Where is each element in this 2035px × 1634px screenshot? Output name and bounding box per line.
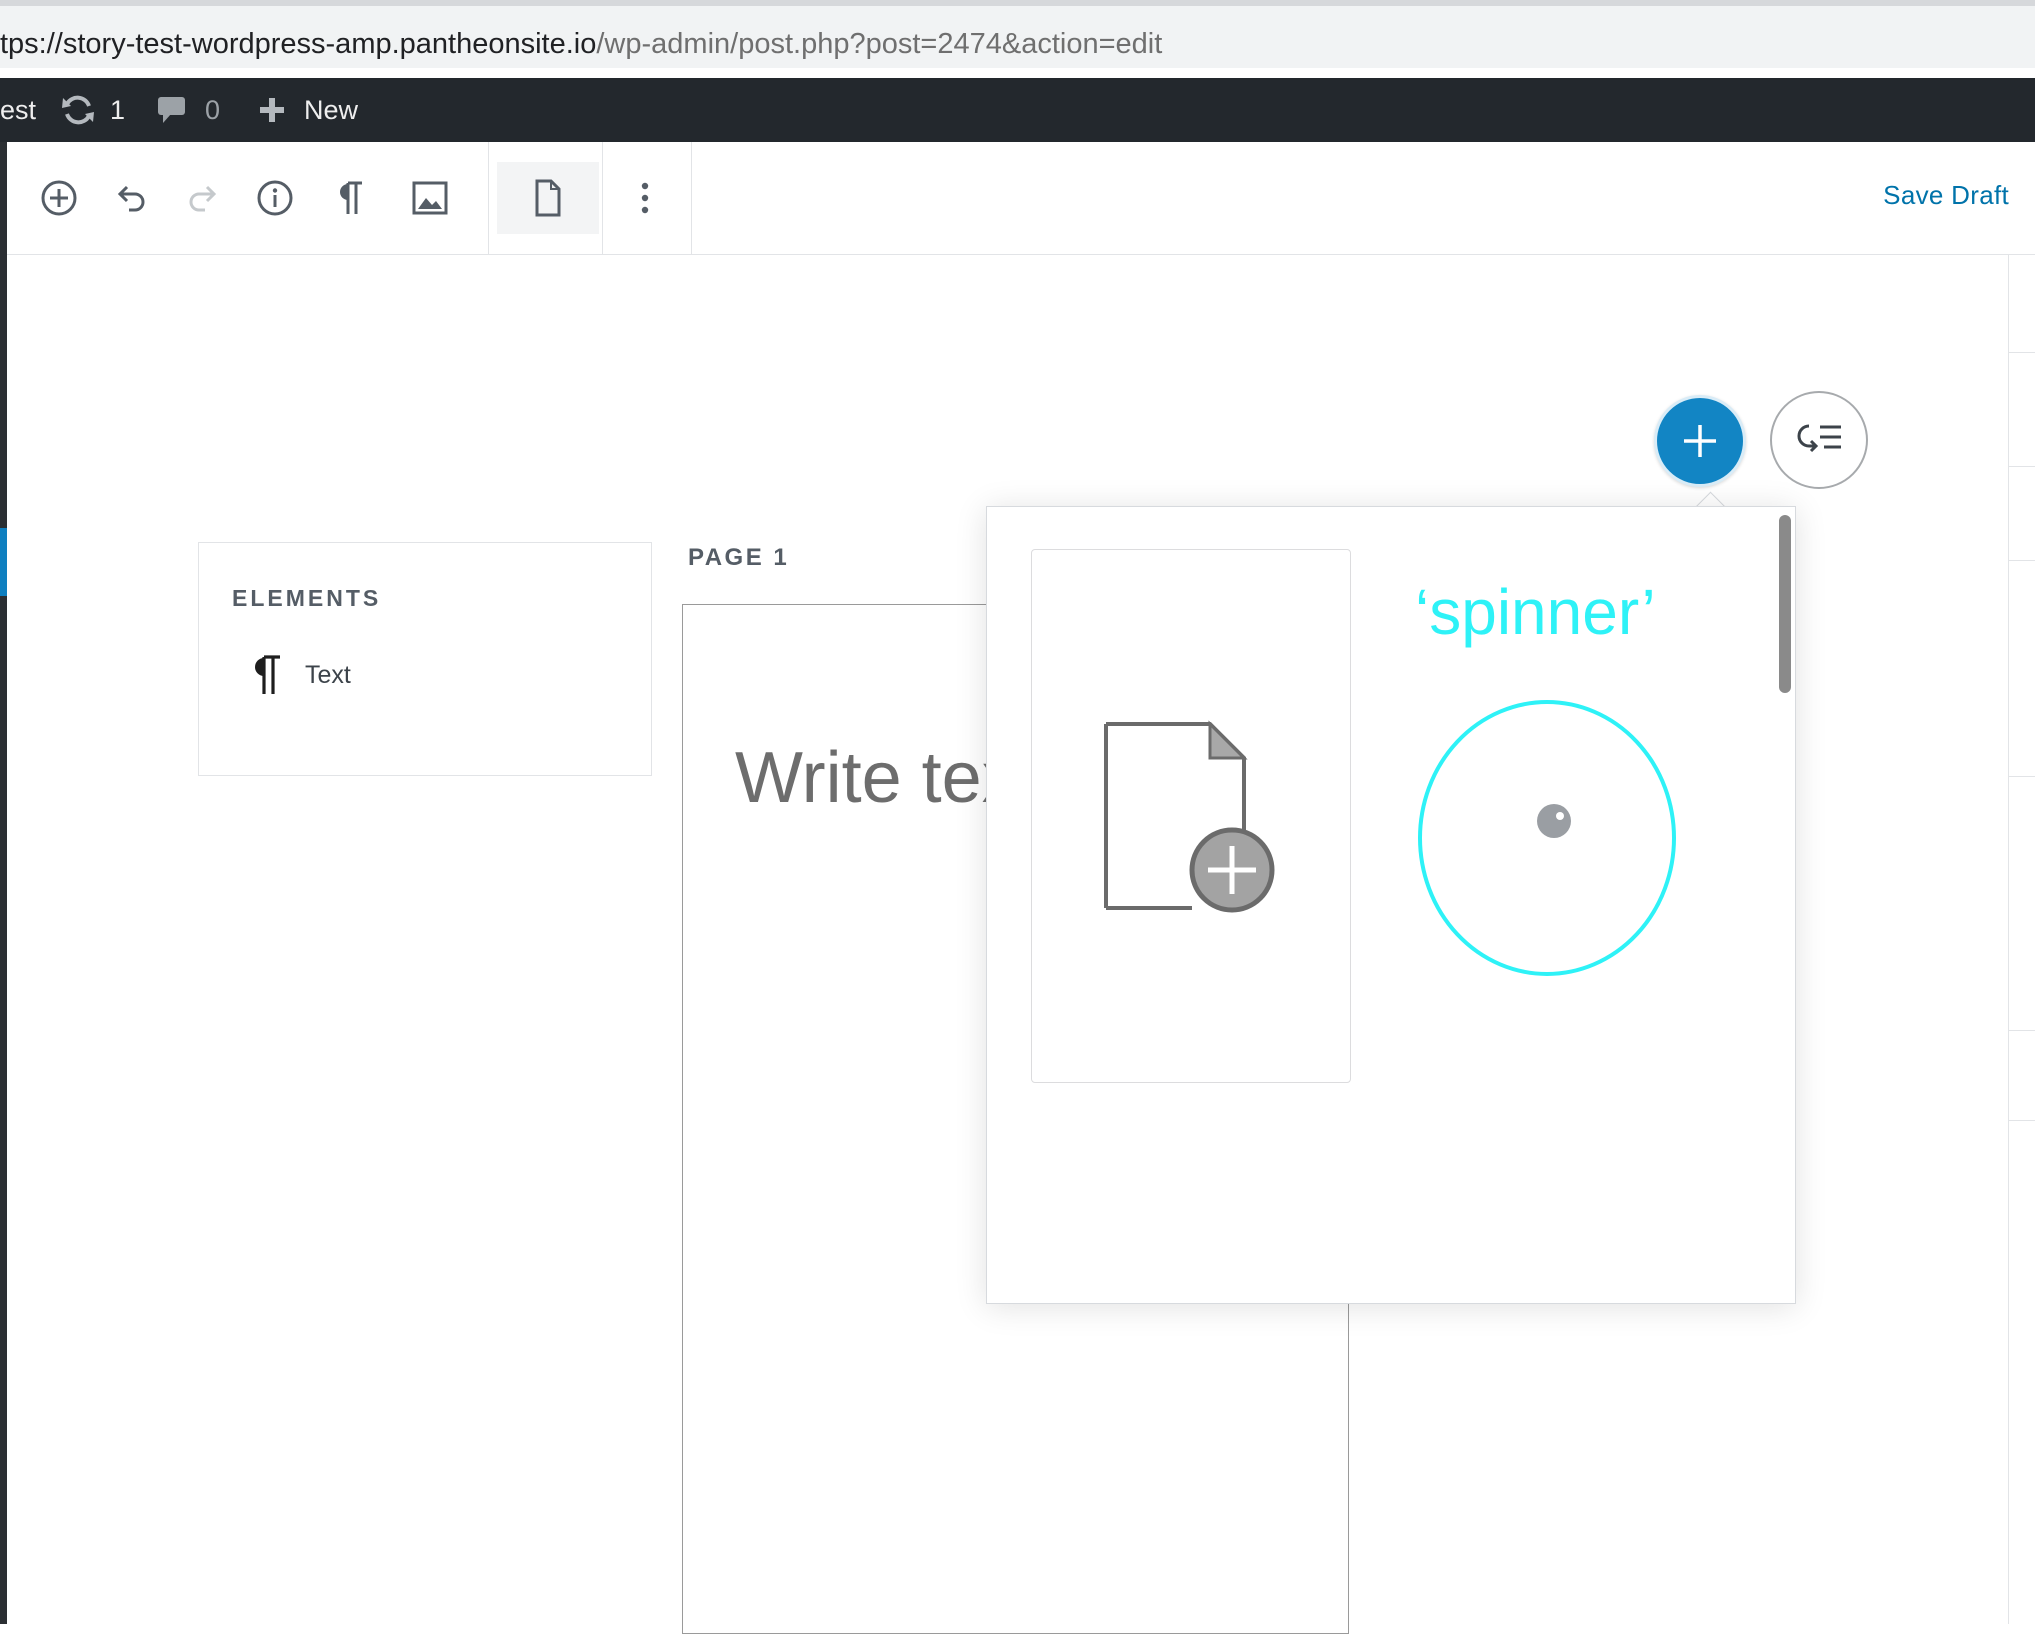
- spinner-annotation: ‘spinner’: [1415, 576, 1656, 648]
- url-host: tps://story-test-wordpress-amp.pantheons…: [0, 28, 597, 60]
- url-text[interactable]: tps://story-test-wordpress-amp.pantheons…: [0, 26, 1162, 62]
- redo-icon: [189, 185, 217, 212]
- sidebar-divider: [2009, 466, 2035, 467]
- wp-admin-bar: est 1 0 New: [0, 78, 2035, 142]
- site-name-text: est: [0, 94, 37, 125]
- updates-icon: [62, 95, 94, 125]
- left-sidebar-edge: [0, 142, 7, 1624]
- admin-bar-site-name[interactable]: est: [0, 78, 36, 142]
- sidebar-divider: [2009, 352, 2035, 353]
- updates-count: 1: [110, 94, 126, 125]
- sidebar-divider: [2009, 1030, 2035, 1031]
- page-icon: [535, 179, 561, 217]
- browser-url-bar[interactable]: tps://story-test-wordpress-amp.pantheons…: [0, 0, 2035, 68]
- redo-button[interactable]: [175, 170, 231, 226]
- toolbar-separator: [691, 142, 692, 254]
- editor-toolbar: Save Draft: [7, 142, 2035, 255]
- reorder-pages-button[interactable]: [1770, 391, 1868, 489]
- admin-bar-updates[interactable]: 1: [60, 78, 125, 142]
- new-label: New: [304, 94, 359, 125]
- save-draft-button[interactable]: Save Draft: [1883, 180, 2009, 211]
- add-page-icon: [1104, 720, 1275, 913]
- more-options-button[interactable]: [617, 170, 673, 226]
- paragraph-button[interactable]: [321, 170, 377, 226]
- toolbar-separator: [602, 142, 603, 254]
- elements-title: ELEMENTS: [232, 585, 382, 611]
- right-sidebar-edge: [2008, 255, 2035, 1624]
- toolbar-separator: [488, 142, 489, 254]
- page-label: PAGE 1: [688, 544, 790, 571]
- sidebar-divider: [2009, 560, 2035, 561]
- undo-icon: [117, 185, 145, 212]
- image-icon: [412, 181, 448, 215]
- sidebar-divider: [2009, 1120, 2035, 1121]
- plus-icon: [260, 98, 284, 122]
- admin-bar-comments[interactable]: 0: [157, 78, 220, 142]
- add-page-button[interactable]: [1654, 395, 1746, 487]
- plus-icon: [1684, 425, 1716, 457]
- blank-page-template[interactable]: [1031, 549, 1351, 1083]
- more-vertical-icon: [641, 182, 649, 214]
- element-item-text[interactable]: Text: [249, 653, 351, 697]
- undo-button[interactable]: [103, 170, 159, 226]
- paragraph-icon: [255, 655, 280, 694]
- url-path: /wp-admin/post.php?post=2474&action=edit: [596, 28, 1163, 60]
- admin-bar-new[interactable]: New: [258, 78, 358, 142]
- sidebar-divider: [2009, 776, 2035, 777]
- popover-scrollbar[interactable]: [1779, 515, 1791, 693]
- image-button[interactable]: [402, 170, 458, 226]
- paragraph-icon: [340, 181, 362, 214]
- info-button[interactable]: [247, 170, 303, 226]
- reorder-icon: [1797, 424, 1841, 453]
- left-sidebar-accent: [0, 528, 7, 596]
- comments-count: 0: [205, 94, 221, 125]
- info-icon: [257, 180, 293, 216]
- add-block-button[interactable]: [31, 170, 87, 226]
- spinner-icon: [1418, 700, 1676, 976]
- comment-icon: [158, 97, 185, 123]
- elements-panel: ELEMENTS Text: [198, 542, 652, 776]
- template-popover: ‘spinner’: [986, 506, 1796, 1304]
- element-item-label: Text: [305, 660, 351, 689]
- page-button[interactable]: [520, 170, 576, 226]
- add-block-icon: [41, 180, 77, 216]
